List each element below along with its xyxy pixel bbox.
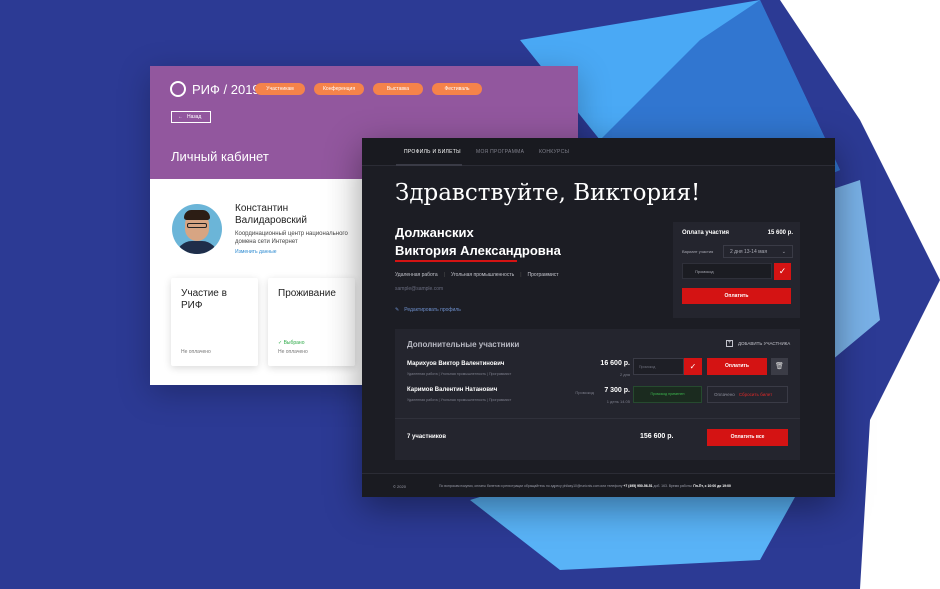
participant-pay-button[interactable]: Оплатить (707, 358, 767, 375)
copyright: © 2020 (393, 484, 406, 489)
back-label: Назад (187, 114, 202, 120)
tab-contests[interactable]: КОНКУРСЫ (539, 149, 569, 155)
participant-days: 2 дня (619, 372, 630, 377)
page-title: Личный кабинет (171, 149, 269, 164)
name-underline (395, 260, 517, 262)
footer-text: По вопросам покупки, оплаты билетов и ре… (439, 484, 731, 488)
edit-profile-link[interactable]: ✎ Редактировать профиль (395, 307, 461, 313)
nav-pills: Участникам Конференция Выставка Фестивал… (255, 83, 482, 95)
promo-applied-badge: Промокод применен (633, 386, 702, 403)
card-status: Не оплачено (278, 349, 308, 355)
promo-apply-button[interactable]: ✓ (774, 263, 791, 280)
add-participant-button[interactable]: + ДОБАВИТЬ УЧАСТНИКА (726, 340, 790, 347)
card-accommodation[interactable]: Проживание ✓ Выбрано Не оплачено (268, 278, 355, 366)
greeting: Здравствуйте, Виктория! (395, 180, 701, 206)
logo[interactable]: РИФ / 2019 (170, 81, 260, 97)
trash-icon: 🗑 (775, 363, 784, 370)
divider (395, 418, 800, 419)
participant-price: 7 300 р. (604, 387, 630, 394)
avatar (172, 204, 222, 254)
participant-name: Каримов Валентин Натанович (407, 387, 498, 393)
paid-label: Оплачено (714, 392, 735, 397)
arrow-left-icon: ← (178, 114, 183, 120)
extra-title: Дополнительные участники (407, 340, 520, 349)
nav-participants[interactable]: Участникам (255, 83, 305, 95)
paid-status: Оплачено Сбросить билет (707, 386, 788, 403)
participant-promo-input[interactable]: Промокод (633, 358, 684, 375)
check-icon: ✓ (778, 266, 787, 276)
last-name: Должанских (395, 225, 474, 240)
edit-data-link[interactable]: Изменить данные (235, 249, 277, 255)
payment-sum: 15 600 р. (767, 230, 793, 236)
pay-button[interactable]: Оплатить (682, 288, 791, 304)
participant-promo-apply[interactable]: ✓ (684, 358, 702, 375)
participant-price: 16 600 р. (600, 360, 630, 367)
card-title: Проживание (278, 288, 336, 299)
logo-icon (170, 81, 186, 97)
card-status: Не оплачено (181, 349, 211, 355)
variant-value: 2 дня 13-14 мая (730, 249, 768, 255)
variant-label: Вариант участия (682, 249, 714, 254)
back-button[interactable]: ← Назад (171, 111, 211, 123)
add-participant-label: ДОБАВИТЬ УЧАСТНИКА (738, 341, 791, 346)
logo-text: РИФ / 2019 (192, 81, 260, 97)
participant-name: Марихуов Виктор Валентинович (407, 361, 505, 367)
total-count: 7 участников (407, 434, 447, 440)
total-sum: 156 600 р. (640, 433, 674, 440)
plus-icon: + (726, 340, 733, 347)
footer: © 2020 По вопросам покупки, оплаты билет… (362, 473, 835, 497)
footer-hours: Пн-Пт, с 10:00 до 19:00 (693, 484, 731, 488)
profile-tags: Удаленная работа | Угольная промышленнос… (395, 272, 559, 278)
payment-label: Оплата участия (682, 230, 730, 236)
check-icon: ✓ (689, 362, 697, 371)
delete-participant-button[interactable]: 🗑 (771, 358, 788, 375)
participant-tags: Удаленная работа | Угольная промышленнос… (407, 372, 512, 376)
card-title: Участие в РИФ (181, 288, 227, 311)
tabs: ПРОФИЛЬ И БИЛЕТЫ МОЯ ПРОГРАММА КОНКУРСЫ (362, 138, 835, 166)
variant-select[interactable]: 2 дня 13-14 мая ⌄ (723, 245, 793, 258)
tab-profile[interactable]: ПРОФИЛЬ И БИЛЕТЫ (404, 149, 461, 155)
tag: Программист (527, 272, 559, 278)
tag: Удаленная работа (395, 272, 438, 278)
edit-profile-label: Редактировать профиль (404, 307, 461, 313)
full-name: Должанских Виктория Александровна (395, 224, 561, 260)
nav-conference[interactable]: Конференция (314, 83, 364, 95)
nav-festival[interactable]: Фестиваль (432, 83, 482, 95)
payment-box: Оплата участия 15 600 р. Вариант участия… (673, 222, 800, 318)
right-window: ПРОФИЛЬ И БИЛЕТЫ МОЯ ПРОГРАММА КОНКУРСЫ … (362, 138, 835, 497)
card-participation[interactable]: Участие в РИФ Не оплачено (171, 278, 258, 366)
extra-participants: Дополнительные участники + ДОБАВИТЬ УЧАС… (395, 329, 800, 460)
participant-days: 1 день 14.05 (606, 399, 630, 404)
tab-program[interactable]: МОЯ ПРОГРАММА (476, 149, 524, 155)
first-names: Виктория Александровна (395, 243, 561, 258)
pencil-icon: ✎ (395, 307, 400, 313)
participant-tags: Удаленная работа | Угольная промышленнос… (407, 398, 512, 402)
tab-indicator (396, 164, 462, 166)
tag: Угольная промышленность (451, 272, 515, 278)
person-name: Константин Валидаровский (235, 203, 307, 226)
promo-input[interactable]: Промокод (682, 263, 772, 279)
pay-all-button[interactable]: Оплатить все (707, 429, 788, 446)
footer-phone[interactable]: +7 (495) 950-56-51 (623, 484, 652, 488)
cancel-ticket-link[interactable]: Сбросить билет (739, 392, 772, 397)
nav-exhibition[interactable]: Выставка (373, 83, 423, 95)
chevron-down-icon: ⌄ (781, 249, 786, 255)
card-selected: ✓ Выбрано (278, 340, 305, 346)
person-org: Координационный центр национального доме… (235, 231, 348, 245)
email: sample@sample.com (395, 286, 444, 292)
